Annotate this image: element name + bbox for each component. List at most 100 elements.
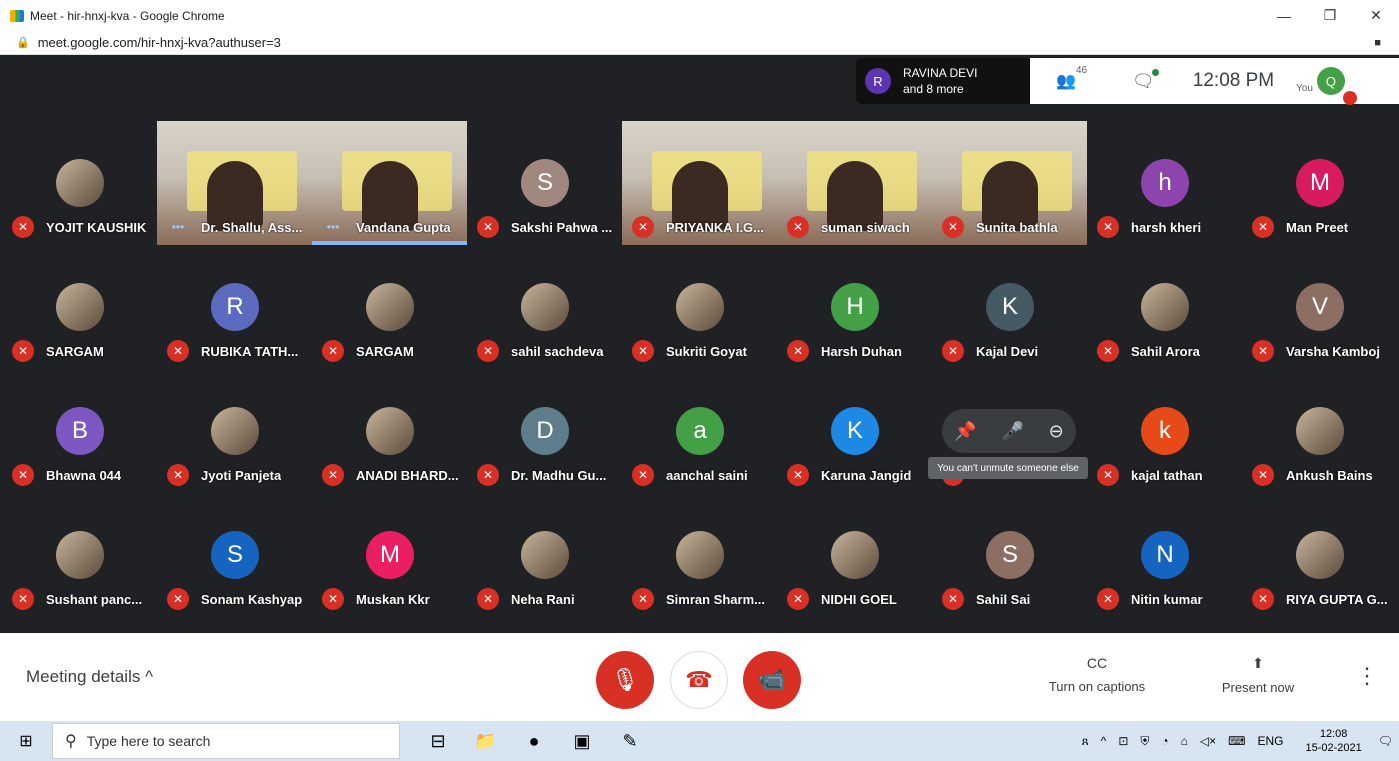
participant-avatar: H [831,283,879,331]
participant-avatar: K [986,283,1034,331]
participant-avatar: N [1141,531,1189,579]
microphone-toggle-button[interactable]: 🎙 [596,651,654,709]
tray-icon[interactable]: ⛨ [1140,734,1149,748]
participant-tile[interactable]: h ✕ harsh kheri [1087,121,1242,245]
participant-tile[interactable]: N ✕ Nitin kumar [1087,493,1242,617]
participant-tile[interactable]: K ✕ Karuna Jangid [777,369,932,493]
muted-mic-icon: ✕ [942,340,964,362]
chat-button[interactable]: 🗨 [1132,68,1159,92]
participant-name-row: ✕ NIDHI GOEL [787,587,930,611]
participant-tile[interactable]: ✕ suman siwach [777,121,932,245]
notification-icon[interactable]: 🗨 [1378,734,1393,748]
chrome-icon[interactable]: ● [510,731,558,752]
start-button[interactable]: ⊞ [0,731,52,751]
tray-icon[interactable]: ^ [1101,734,1107,748]
participant-name-row: ✕ Man Preet [1252,215,1395,239]
taskbar-apps: ⊟ 📁 ● ▣ ✎ [414,731,654,752]
participant-avatar: R [211,283,259,331]
tray-icon[interactable]: ⊡ [1118,734,1128,748]
camera-toggle-button[interactable]: 📹 [743,651,801,709]
search-placeholder: Type here to search [86,733,211,749]
participant-tile[interactable]: ✕ ANADI BHARD... [312,369,467,493]
participant-tile[interactable]: ✕ SARGAM [2,245,157,369]
muted-mic-icon: ✕ [12,588,34,610]
pin-icon[interactable]: 📌 [954,421,976,442]
lock-icon[interactable]: 🔒 [16,36,30,49]
participant-avatar [211,407,259,455]
participants-button[interactable]: 👥 46 [1056,65,1087,91]
presenting-box[interactable]: R RAVINA DEVI and 8 more [856,58,1030,104]
participant-tile[interactable]: ✕ Simran Sharm... [622,493,777,617]
participant-tile[interactable]: ✕ Sunita bathla [932,121,1087,245]
participant-name-row: ✕ Simran Sharm... [632,587,775,611]
present-now-button[interactable]: ⬆ Present now [1216,655,1300,695]
participant-tile[interactable]: ✕ Neha Rani [467,493,622,617]
tray-icon[interactable]: ጸ [1082,734,1089,748]
participant-tile[interactable]: ✕ Sukriti Goyat [622,245,777,369]
remove-icon[interactable]: ⊖ [1049,421,1064,442]
participant-avatar: k [1141,407,1189,455]
participant-tile[interactable]: ✕ RIYA GUPTA G... [1242,493,1397,617]
participant-tile[interactable]: B ✕ Bhawna 044 [2,369,157,493]
participant-tile[interactable]: M ✕ Man Preet [1242,121,1397,245]
chat-notification-dot [1151,68,1159,76]
participant-tile[interactable]: ✕ sahil sachdeva [467,245,622,369]
search-icon: ⚲ [65,733,77,750]
participant-name-row: ✕ Nitin kumar [1097,587,1240,611]
participant-tile[interactable]: V ✕ Varsha Kamboj [1242,245,1397,369]
participant-name-row: ✕ Sahil Arora [1097,339,1240,363]
participant-tile[interactable]: H ✕ Harsh Duhan [777,245,932,369]
muted-mic-icon: ✕ [1252,588,1274,610]
task-view-icon[interactable]: ⊟ [414,731,462,752]
tray-icon[interactable]: ◔ [1161,734,1168,748]
leave-call-button[interactable]: ☎ [670,651,728,709]
participant-tile[interactable]: ✕ PRIYANKA I.G... [622,121,777,245]
maximize-button[interactable]: ❐ [1307,0,1353,31]
participant-tile[interactable]: ••• Dr. Shallu, Ass... [157,121,312,245]
participant-tile[interactable]: M ✕ Muskan Kkr [312,493,467,617]
captions-button[interactable]: CC Turn on captions [1043,655,1151,694]
participant-name: Muskan Kkr [356,591,430,607]
participant-avatar [1296,407,1344,455]
participant-tile[interactable]: ✕ YOJIT KAUSHIK [2,121,157,245]
more-options-button[interactable]: ⋮ [1356,663,1378,689]
participant-tile[interactable]: K ✕ Kajal Devi [932,245,1087,369]
tray-clock[interactable]: 12:08 15-02-2021 [1305,727,1361,755]
mute-participant-icon[interactable]: 🎤 [1001,421,1023,442]
close-button[interactable]: ✕ [1353,0,1399,31]
participant-tile[interactable]: ••• Vandana Gupta [312,121,467,245]
participant-tile[interactable]: k ✕ kajal tathan [1087,369,1242,493]
minimize-button[interactable]: — [1261,0,1307,31]
participant-name: Simran Sharm... [666,591,765,607]
participant-tile[interactable]: ✕ Sahil Arora [1087,245,1242,369]
file-explorer-icon[interactable]: 📁 [462,731,510,752]
participant-tile[interactable]: a ✕ aanchal saini [622,369,777,493]
participant-tile[interactable]: ✕ Sushant panc... [2,493,157,617]
participant-tile[interactable]: ✕ SARGAM [312,245,467,369]
taskbar-search[interactable]: ⚲ Type here to search [52,723,400,759]
language-indicator[interactable]: ENG [1257,734,1283,748]
participant-tile[interactable]: ✕ Jyoti Panjeta [157,369,312,493]
address-bar[interactable]: 🔒 meet.google.com/hir-hnxj-kva?authuser=… [0,31,1399,55]
participant-tile[interactable]: D ✕ Dr. Madhu Gu... [467,369,622,493]
muted-mic-icon: ✕ [787,340,809,362]
participant-name: sahil sachdeva [511,343,604,359]
muted-mic-icon: ✕ [787,464,809,486]
tray-icon[interactable]: ⌨ [1228,734,1245,748]
office-icon[interactable]: ▣ [558,731,606,752]
camera-indicator-icon[interactable]: ■ [1374,37,1381,49]
participant-tile[interactable]: ✕ NIDHI GOEL [777,493,932,617]
meeting-details-button[interactable]: Meeting details ^ [26,667,153,687]
paint-icon[interactable]: ✎ [606,731,654,752]
participant-name-row: ✕ suman siwach [787,215,930,239]
url-text[interactable]: meet.google.com/hir-hnxj-kva?authuser=3 [38,35,281,50]
participant-tile[interactable]: S ✕ Sonam Kashyap [157,493,312,617]
participant-tile[interactable]: ✕ Ankush Bains [1242,369,1397,493]
participant-avatar: B [56,407,104,455]
participant-tile[interactable]: S ✕ Sahil Sai [932,493,1087,617]
tray-icon[interactable]: ◁× [1200,734,1216,748]
self-avatar[interactable]: Q [1316,67,1357,105]
tray-icon[interactable]: ⌂ [1181,734,1188,748]
participant-tile[interactable]: R ✕ RUBIKA TATH... [157,245,312,369]
participant-tile[interactable]: S ✕ Sakshi Pahwa ... [467,121,622,245]
